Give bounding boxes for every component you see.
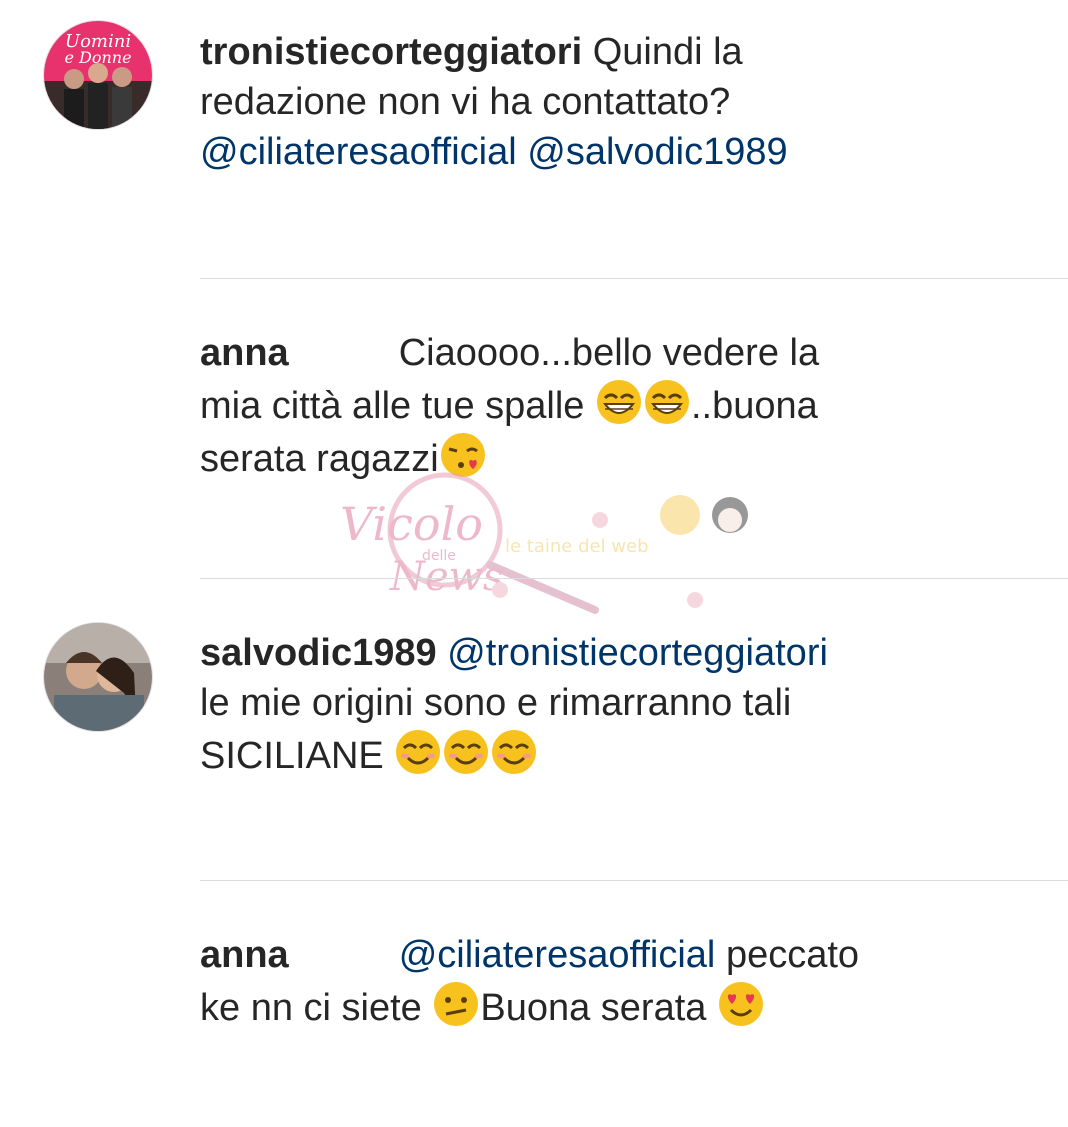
watermark-tagline: le taine del web (505, 536, 649, 557)
smiling-face-icon (396, 730, 441, 774)
comment-text: Buona serata (480, 987, 717, 1029)
divider (200, 278, 1068, 279)
comment-text: ..buona (690, 385, 818, 427)
comment-text: le mie origini sono e rimarranno tali (200, 682, 792, 724)
comment-text: Ciaoooo...bello vedere la (398, 332, 820, 374)
comment-username[interactable]: tronistiecorteggiatori (200, 31, 582, 73)
avatar-salvodic1989[interactable] (43, 622, 153, 732)
comment-text: Quindi la (582, 31, 743, 73)
avatar-tronistiecorteggiatori[interactable]: Uomini e Donne (43, 20, 153, 130)
comment-2: anna Ciaoooo...bello vedere la mia città … (200, 328, 980, 484)
mention-link[interactable]: @ciliateresaofficial (200, 131, 517, 173)
comment-text: redazione non vi ha contattato? (200, 81, 731, 123)
comment-4: anna @ciliateresaofficial peccato ke nn c… (200, 930, 980, 1033)
svg-text:e Donne: e Donne (64, 48, 131, 67)
comment-text: mia città alle tue spalle (200, 385, 595, 427)
watermark-logo: Vicolo delle News le taine del web (340, 472, 748, 614)
divider (200, 880, 1068, 881)
comment-3: salvodic1989 @tronistiecorteggiatori le … (200, 628, 980, 781)
profile-photo-icon (44, 623, 152, 731)
watermark-text-news: News (389, 554, 503, 600)
mention-link[interactable]: @tronistiecorteggiatori (447, 632, 828, 674)
divider (200, 578, 1068, 579)
grinning-face-icon (596, 380, 641, 424)
confused-face-icon (434, 982, 479, 1026)
smiling-face-icon (492, 730, 537, 774)
smiling-face-icon (444, 730, 489, 774)
comment-text: SICILIANE (200, 735, 395, 777)
mention-link[interactable]: @salvodic1989 (527, 131, 787, 173)
comment-username[interactable]: salvodic1989 (200, 632, 437, 674)
comment-text: peccato (715, 934, 860, 976)
grinning-face-icon (644, 380, 689, 424)
uomini-e-donne-logo-icon: Uomini e Donne (44, 21, 152, 129)
comment-username[interactable]: anna (200, 934, 289, 976)
watermark-text-main: Vicolo (340, 497, 483, 551)
comment-username[interactable]: anna (200, 332, 289, 374)
mention-link[interactable]: @ciliateresaofficial (399, 934, 716, 976)
comment-text: ke nn ci siete (200, 987, 433, 1029)
heart-eyes-face-icon (718, 982, 763, 1026)
comment-1: tronistiecorteggiatori Quindi la redazio… (200, 27, 980, 177)
